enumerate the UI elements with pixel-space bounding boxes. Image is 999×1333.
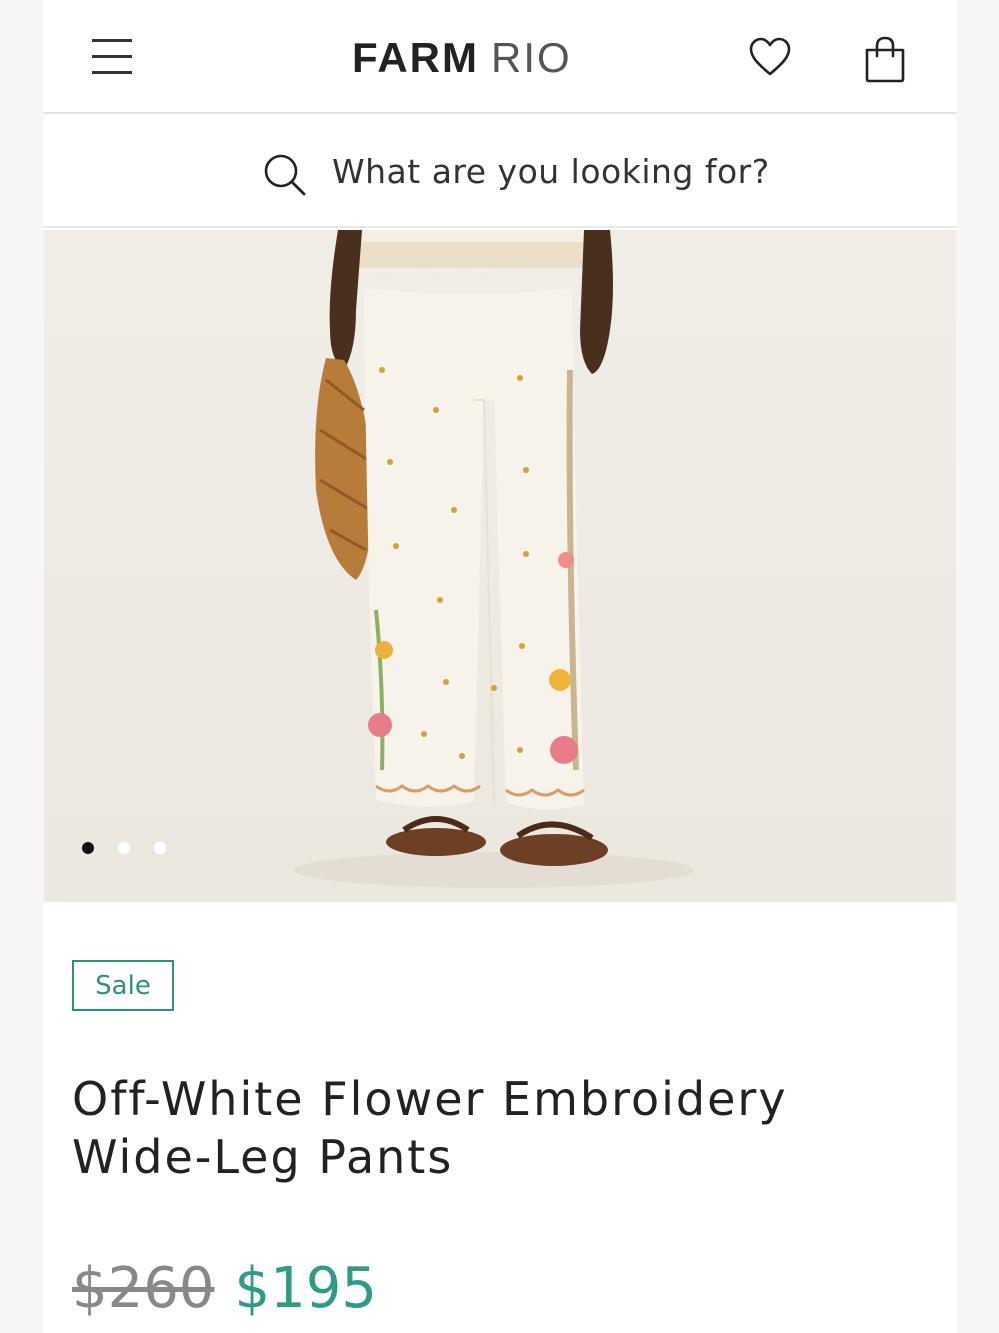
heart-icon[interactable] — [748, 36, 792, 80]
site-header: FARM RIO — [44, 0, 956, 114]
left-gutter — [0, 0, 44, 1333]
product-photo — [44, 230, 956, 902]
shopping-bag-icon[interactable] — [862, 34, 908, 84]
carousel-dot-3[interactable] — [154, 842, 166, 854]
logo-farm: FARM — [352, 34, 479, 81]
search-icon — [262, 152, 308, 198]
carousel-dot-1[interactable] — [82, 842, 94, 854]
product-image-carousel[interactable] — [44, 230, 956, 902]
price-block: $260 $195 — [72, 1256, 377, 1321]
search-bar[interactable]: What are you looking for? — [44, 116, 956, 228]
hamburger-menu-icon[interactable] — [92, 36, 134, 78]
sale-price: $195 — [234, 1256, 378, 1321]
original-price: $260 — [72, 1256, 215, 1321]
logo-rio: RIO — [491, 34, 572, 81]
search-input[interactable]: What are you looking for? — [332, 152, 770, 191]
carousel-dots — [82, 842, 166, 854]
right-gutter — [956, 0, 999, 1333]
page-frame: FARM RIO What are you looking for? Sale … — [44, 0, 956, 1333]
product-title: Off-White Flower Embroidery Wide-Leg Pan… — [72, 1072, 788, 1184]
brand-logo[interactable]: FARM RIO — [352, 34, 572, 82]
sale-badge: Sale — [72, 960, 174, 1011]
carousel-dot-2[interactable] — [118, 842, 130, 854]
